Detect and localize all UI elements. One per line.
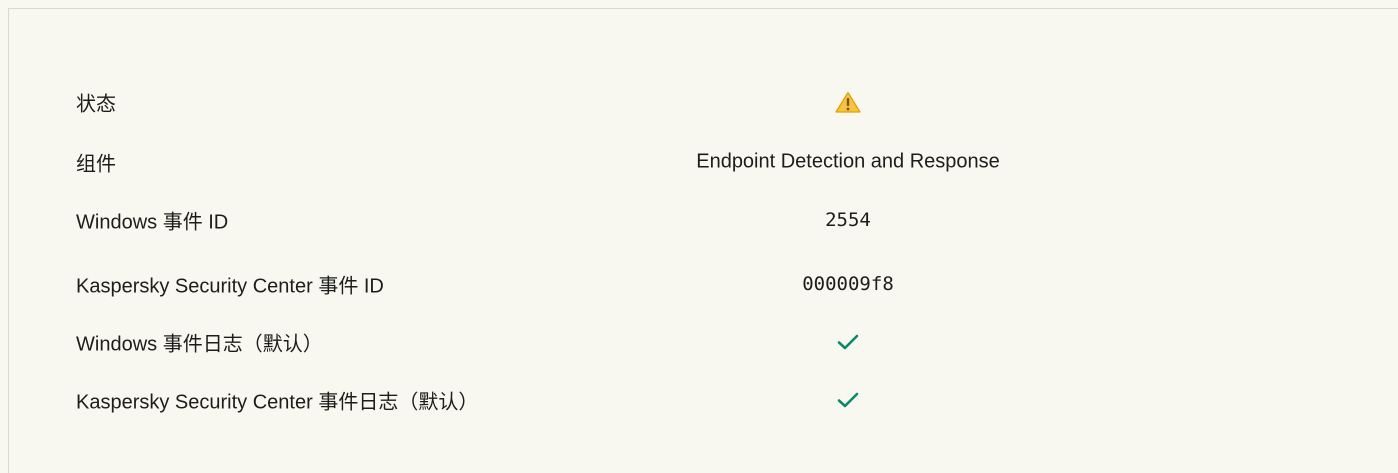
- ksc-event-log-label: Kaspersky Security Center 事件日志（默认）: [76, 391, 479, 414]
- component-row: 组件 Endpoint Detection and Response: [9, 133, 1398, 191]
- checkmark-icon: [837, 334, 859, 350]
- windows-event-id-label: Windows 事件 ID: [76, 211, 229, 234]
- component-label: 组件: [76, 153, 116, 176]
- status-row: 状态: [9, 73, 1398, 131]
- event-details-panel: 状态 组件 Endpoint Detection and Response Wi…: [8, 8, 1398, 473]
- component-value: Endpoint Detection and Response: [696, 150, 1000, 173]
- windows-event-id-value: 2554: [825, 209, 871, 231]
- status-label: 状态: [76, 93, 116, 116]
- windows-event-id-row: Windows 事件 ID 2554: [9, 191, 1398, 249]
- ksc-event-id-value: 000009f8: [802, 273, 894, 295]
- ksc-event-id-row: Kaspersky Security Center 事件 ID 000009f8: [9, 255, 1398, 313]
- checkmark-icon: [837, 392, 859, 408]
- ksc-event-log-row: Kaspersky Security Center 事件日志（默认）: [9, 371, 1398, 429]
- windows-event-log-row: Windows 事件日志（默认）: [9, 313, 1398, 371]
- warning-icon: [835, 91, 861, 113]
- windows-event-log-label: Windows 事件日志（默认）: [76, 333, 323, 356]
- ksc-event-id-label: Kaspersky Security Center 事件 ID: [76, 275, 384, 298]
